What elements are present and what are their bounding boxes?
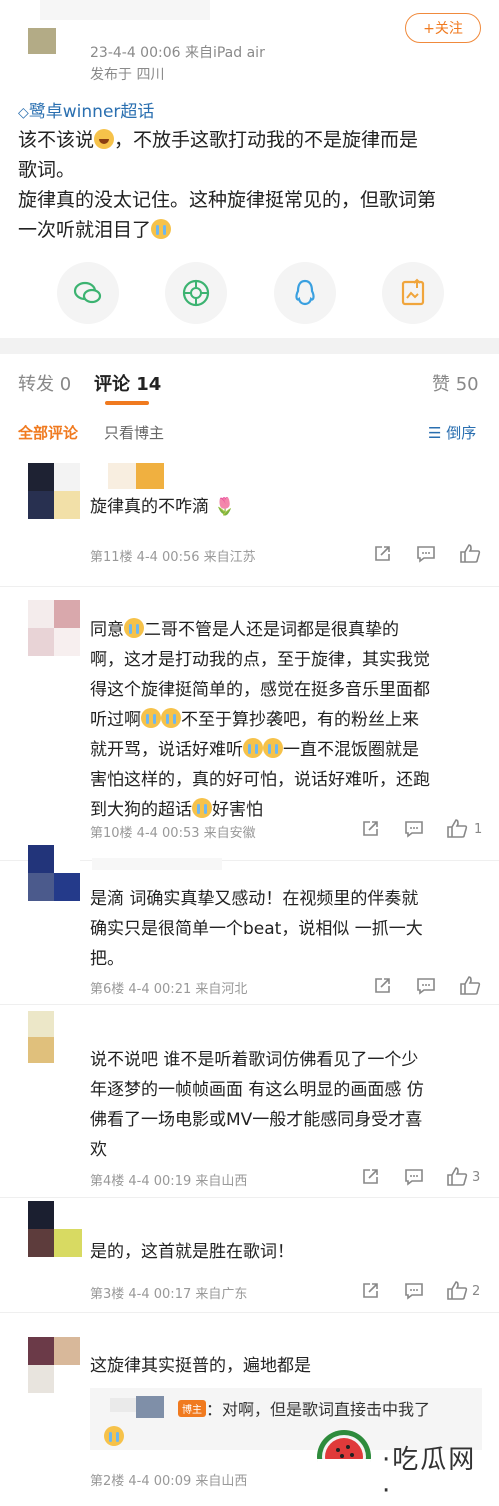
divider [0,586,499,587]
avatar[interactable] [28,28,56,54]
like-icon[interactable] [446,1166,468,1186]
watermark-text: ·吃瓜网· [382,1445,477,1506]
wechat-share-button[interactable] [57,262,119,324]
avatar[interactable] [28,600,54,628]
comment-floor-info: 第4楼 4-4 00:19 来自山西 [90,1174,248,1189]
teary-emoji-icon [124,618,144,638]
comment-icon[interactable] [404,1168,424,1186]
pixelated-header-block [40,0,210,20]
laugh-emoji-icon [94,129,115,149]
share-icon[interactable] [361,1282,379,1300]
tulip-sticker-icon: 🌷 [214,497,236,517]
comment-text: 同意 二哥不管是人还是词都是很真挚的 啊，这才是打动我的点，至于旋律，其实我觉 得… [90,618,430,820]
watermelon-logo-icon [317,1430,371,1485]
avatar-pixel [54,873,80,901]
comment-icon[interactable] [416,977,436,995]
share-icon[interactable] [361,820,379,838]
avatar-pixel [54,1337,80,1365]
watermark-logo: ·吃瓜网· [312,1425,484,1506]
comment-text: 说不说吧 谁不是听着歌词仿佛看见了一个少 年逐梦的一帧帧画面 有这么明显的画面感… [90,1050,424,1160]
like-icon[interactable] [446,1280,468,1300]
avatar-pixel [28,1037,54,1063]
save-image-button[interactable] [382,262,444,324]
comment-icon[interactable] [416,545,436,563]
share-icon[interactable] [361,1168,379,1186]
avatar-pixel [28,491,54,519]
divider [0,1197,499,1198]
pixelated-name [108,463,136,489]
avatar-pixel [54,1229,82,1257]
teary-emoji-icon [263,738,283,758]
qq-icon [295,279,315,306]
tab-repost[interactable]: 转发 0 [18,370,71,396]
comment-floor-info: 第2楼 4-4 00:09 来自山西 [90,1474,248,1489]
avatar[interactable] [28,1011,54,1037]
avatar-pixel [54,628,80,656]
comment-floor-info: 第11楼 4-4 00:56 来自江苏 [90,550,256,565]
teary-emoji-icon [141,708,161,728]
share-icon[interactable] [373,977,391,995]
comment-floor-info: 第10楼 4-4 00:53 来自安徽 [90,826,256,841]
moments-icon [182,279,210,307]
avatar-pixel [28,1365,54,1393]
like-count: 3 [472,1170,481,1185]
like-count: 2 [472,1284,481,1299]
sort-icon: ☰ [428,424,442,442]
avatar-pixel [54,845,80,873]
avatar[interactable] [28,1201,54,1229]
filter-all-comments[interactable]: 全部评论 [18,422,78,443]
post-location: 发布于 四川 [90,67,165,83]
filter-owner-only[interactable]: 只看博主 [104,422,164,443]
like-icon[interactable] [459,975,481,995]
pixelated-name [136,463,164,489]
like-count: 1 [474,822,483,837]
avatar-pixel [28,628,54,656]
section-divider [0,338,499,354]
like-icon[interactable] [446,818,468,838]
comment-floor-info: 第6楼 4-4 00:21 来自河北 [90,982,248,997]
comment-text: 是滴 词确实真挚又感动！在视频里的伴奏就 确实只是很简单一个beat，说相似 一… [90,889,423,969]
teary-emoji-icon [151,219,172,239]
share-icon[interactable] [373,545,391,563]
wechat-icon [73,281,102,304]
supertopic-link[interactable]: ◇鹭卓winner超话 [18,97,154,122]
reply-content: 博主 ：对啊，但是歌词直接击中我了 [178,1396,430,1420]
divider [0,1004,499,1005]
avatar-pixel [54,491,80,519]
teary-emoji-icon [243,738,263,758]
avatar-pixel [28,1229,54,1257]
tab-likes[interactable]: 赞 50 [432,370,479,396]
teary-emoji-icon [161,708,181,728]
comment-text: 是的，这首就是胜在歌词！ [90,1242,294,1262]
comment-icon[interactable] [404,820,424,838]
comment-text: 旋律真的不咋滴 🌷 [90,497,236,517]
sort-toggle[interactable]: ☰ 倒序 [428,422,476,443]
teary-emoji-icon [104,1426,124,1446]
avatar[interactable] [28,1337,54,1365]
comment-icon[interactable] [404,1282,424,1300]
post-time-device: 23-4-4 00:06 来自iPad air [90,45,265,61]
qq-share-button[interactable] [274,262,336,324]
blogger-badge: 博主 [178,1400,206,1417]
avatar-pixel [54,600,80,628]
pixelated-name [92,858,222,870]
avatar-pixel [54,463,80,491]
follow-button[interactable]: +关注 [405,13,481,43]
comment-floor-info: 第3楼 4-4 00:17 来自广东 [90,1287,248,1302]
divider [0,1312,499,1313]
like-icon[interactable] [459,543,481,563]
teary-emoji-icon [192,798,212,818]
avatar-pixel [28,873,54,901]
post-text: 该不该说 ，不放手这歌打动我的不是旋律而是 歌词。 旋律真的没太记住。这种旋律挺常… [18,129,437,241]
avatar[interactable] [28,845,54,873]
diamond-icon: ◇ [18,105,29,121]
active-tab-indicator [105,401,149,405]
avatar[interactable] [28,463,54,491]
tab-comments[interactable]: 评论 14 [94,370,161,396]
moments-share-button[interactable] [165,262,227,324]
comment-text: 这旋律其实挺普的，遍地都是 [90,1356,311,1376]
reply-avatar [136,1396,164,1418]
save-image-icon [401,278,425,306]
